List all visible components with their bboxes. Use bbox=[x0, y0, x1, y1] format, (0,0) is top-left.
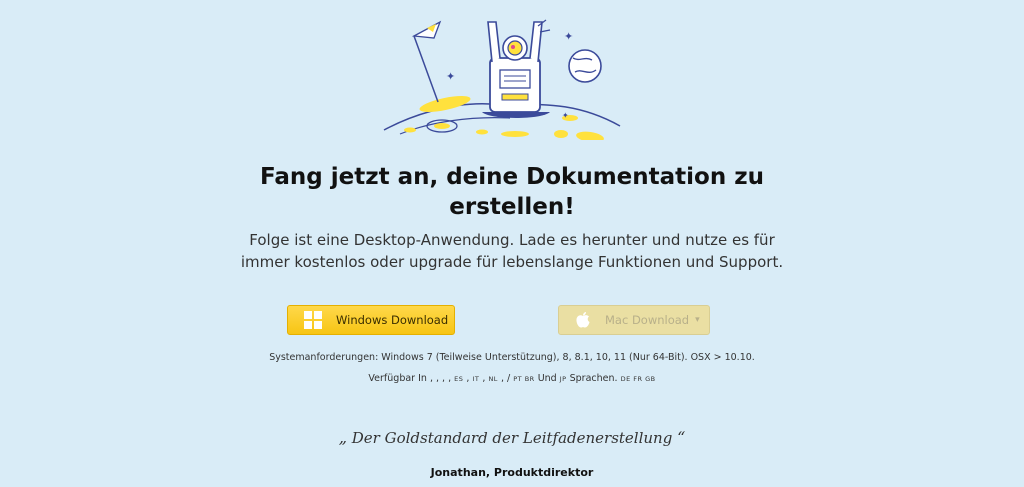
languages-sprachen: Sprachen. bbox=[569, 373, 618, 384]
languages-sep-1: , bbox=[466, 373, 470, 384]
testimonial-quote: „ Der Goldstandard der Leitfadenerstellu… bbox=[0, 428, 1024, 447]
quote-open-mark: „ bbox=[338, 428, 347, 447]
svg-text:✦: ✦ bbox=[446, 70, 455, 83]
headline-line-2: erstellen! bbox=[449, 194, 575, 220]
windows-download-label: Windows Download bbox=[336, 313, 449, 327]
language-pt-br[interactable]: PT BR bbox=[513, 375, 534, 383]
quote-text: Der Goldstandard der Leitfadenerstellung bbox=[351, 429, 673, 447]
available-languages: Verfügbar In , , , , ES , IT , NL , / PT… bbox=[0, 373, 1024, 384]
page-subtext: Folge ist eine Desktop-Anwendung. Lade e… bbox=[0, 229, 1024, 273]
mac-download-label: Mac Download bbox=[605, 313, 690, 327]
languages-sep-2: , bbox=[482, 373, 486, 384]
windows-icon bbox=[304, 311, 322, 329]
svg-text:✦: ✦ bbox=[562, 111, 569, 120]
languages-sep-3: , / bbox=[500, 373, 511, 384]
mac-download-button[interactable]: Mac Download ▾ bbox=[558, 305, 710, 335]
headline-line-1: Fang jetzt an, deine Dokumentation zu bbox=[259, 164, 764, 190]
language-jp[interactable]: JP bbox=[560, 375, 567, 383]
apple-icon bbox=[576, 312, 590, 328]
language-de-fr-gb[interactable]: DE FR GB bbox=[621, 375, 656, 383]
quote-close-mark: “ bbox=[677, 428, 686, 447]
subtext-line-2: immer kostenlos oder upgrade für lebensl… bbox=[240, 253, 784, 271]
svg-text:✦: ✦ bbox=[564, 30, 573, 43]
page-headline: Fang jetzt an, deine Dokumentation zu er… bbox=[0, 162, 1024, 222]
windows-download-button[interactable]: Windows Download bbox=[287, 305, 455, 335]
chevron-down-icon: ▾ bbox=[695, 315, 700, 325]
language-it[interactable]: IT bbox=[472, 375, 479, 383]
system-requirements: Systemanforderungen: Windows 7 (Teilweis… bbox=[269, 352, 755, 363]
languages-und: Und bbox=[537, 373, 557, 384]
testimonial-author: Jonathan, Produktdirektor bbox=[430, 466, 594, 479]
languages-prefix: Verfügbar In , , , , bbox=[368, 373, 452, 384]
subtext-line-1: Folge ist eine Desktop-Anwendung. Lade e… bbox=[249, 231, 775, 249]
language-nl[interactable]: NL bbox=[488, 375, 497, 383]
astronaut-illustration: ✦ ✦ ✦ bbox=[383, 19, 621, 140]
language-es[interactable]: ES bbox=[454, 375, 463, 383]
